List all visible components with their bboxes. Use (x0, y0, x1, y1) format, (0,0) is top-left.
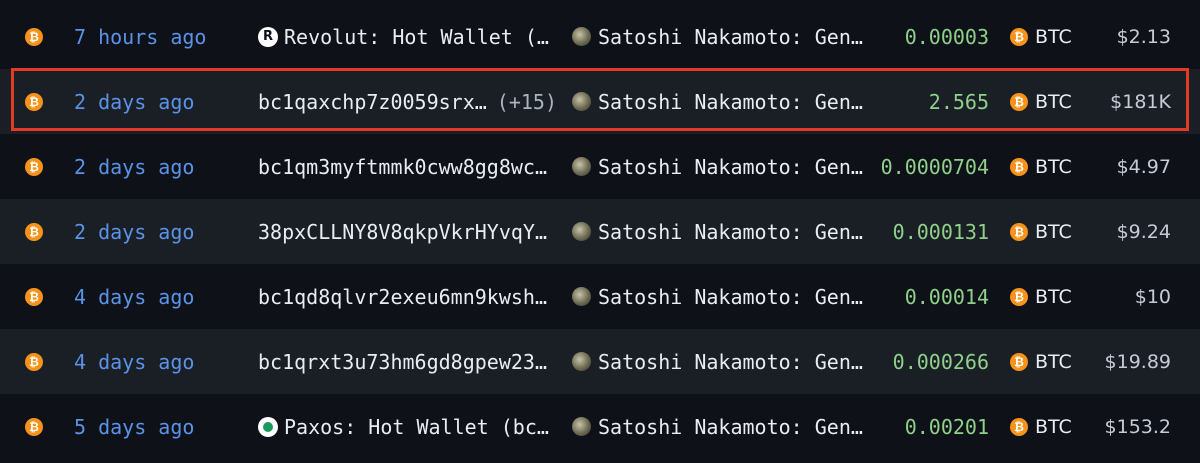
amount-value: 0.0000704 (880, 154, 989, 179)
asset-symbol: BTC (1035, 285, 1072, 308)
from-label: Revolut: Hot Wallet (… (284, 24, 549, 49)
asset-token[interactable]: ₿ BTC (1010, 221, 1072, 243)
to-entity[interactable]: Satoshi Nakamoto: Gen… (572, 155, 863, 179)
bitcoin-icon: ₿ (1010, 157, 1028, 176)
asset-symbol: BTC (1035, 155, 1072, 178)
amount-value: 0.00201 (904, 414, 989, 439)
paxos-icon (258, 416, 278, 437)
from-label: bc1qaxchp7z0059srx… (258, 89, 487, 114)
to-label: Satoshi Nakamoto: Gen… (598, 154, 863, 179)
table-row-highlighted[interactable]: ₿ 2 days ago bc1qaxchp7z0059srx… (+15) S… (0, 69, 1200, 134)
table-row[interactable]: ₿ 4 days ago bc1qrxt3u73hm6gd8gpew23… Sa… (0, 329, 1200, 394)
to-entity[interactable]: Satoshi Nakamoto: Gen… (572, 285, 863, 309)
transfers-table: ₿ 7 hours ago R Revolut: Hot Wallet (… S… (0, 0, 1200, 463)
satoshi-avatar-icon (572, 417, 591, 436)
amount-value: 0.00014 (904, 284, 989, 309)
satoshi-avatar-icon (572, 287, 591, 306)
timestamp-link[interactable]: 2 days ago (74, 90, 194, 114)
satoshi-avatar-icon (572, 352, 591, 371)
to-label: Satoshi Nakamoto: Gen… (598, 414, 863, 439)
timestamp-link[interactable]: 2 days ago (74, 220, 194, 244)
to-label: Satoshi Nakamoto: Gen… (598, 284, 863, 309)
from-label: bc1qd8qlvr2exeu6mn9kwsh… (258, 284, 547, 309)
bitcoin-icon: ₿ (1010, 222, 1028, 241)
table-row[interactable]: ₿ 2 days ago bc1qm3myftmmk0cww8gg8wc… Sa… (0, 134, 1200, 199)
timestamp-link[interactable]: 7 hours ago (74, 25, 206, 49)
satoshi-avatar-icon (572, 222, 591, 241)
asset-token[interactable]: ₿ BTC (1010, 351, 1072, 373)
from-address[interactable]: bc1qd8qlvr2exeu6mn9kwsh… (258, 285, 547, 309)
usd-value: $9.24 (1116, 220, 1171, 243)
asset-symbol: BTC (1035, 415, 1072, 438)
bitcoin-icon: ₿ (25, 417, 43, 436)
asset-symbol: BTC (1035, 350, 1072, 373)
additional-senders-count[interactable]: (+15) (497, 90, 557, 114)
satoshi-avatar-icon (572, 27, 591, 46)
from-entity[interactable]: R Revolut: Hot Wallet (… (258, 25, 549, 49)
satoshi-avatar-icon (572, 92, 591, 111)
to-entity[interactable]: Satoshi Nakamoto: Gen… (572, 220, 863, 244)
from-label: bc1qm3myftmmk0cww8gg8wc… (258, 154, 547, 179)
bitcoin-icon: ₿ (1010, 417, 1028, 436)
from-address[interactable]: 38pxCLLNY8V8qkpVkrHYvqY… (258, 220, 547, 244)
bitcoin-icon: ₿ (25, 157, 43, 176)
from-label: 38pxCLLNY8V8qkpVkrHYvqY… (258, 219, 547, 244)
from-label: Paxos: Hot Wallet (bc… (284, 414, 549, 439)
timestamp-link[interactable]: 2 days ago (74, 155, 194, 179)
timestamp-link[interactable]: 5 days ago (74, 415, 194, 439)
asset-token[interactable]: ₿ BTC (1010, 91, 1072, 113)
amount-value: 2.565 (928, 89, 989, 114)
to-label: Satoshi Nakamoto: Gen… (598, 349, 863, 374)
table-row[interactable]: ₿ 5 days ago Paxos: Hot Wallet (bc… Sato… (0, 394, 1200, 459)
asset-token[interactable]: ₿ BTC (1010, 286, 1072, 308)
timestamp-link[interactable]: 4 days ago (74, 350, 194, 374)
asset-token[interactable]: ₿ BTC (1010, 416, 1072, 438)
bitcoin-icon: ₿ (25, 222, 43, 241)
from-address[interactable]: bc1qm3myftmmk0cww8gg8wc… (258, 155, 547, 179)
usd-value: $10 (1134, 285, 1171, 308)
from-address[interactable]: bc1qaxchp7z0059srx… (+15) (258, 90, 557, 114)
asset-symbol: BTC (1035, 220, 1072, 243)
asset-token[interactable]: ₿ BTC (1010, 156, 1072, 178)
table-row[interactable]: ₿ 4 days ago bc1qd8qlvr2exeu6mn9kwsh… Sa… (0, 264, 1200, 329)
from-label: bc1qrxt3u73hm6gd8gpew23… (258, 349, 547, 374)
to-entity[interactable]: Satoshi Nakamoto: Gen… (572, 415, 863, 439)
to-entity[interactable]: Satoshi Nakamoto: Gen… (572, 25, 863, 49)
table-row[interactable]: ₿ 2 days ago 38pxCLLNY8V8qkpVkrHYvqY… Sa… (0, 199, 1200, 264)
to-label: Satoshi Nakamoto: Gen… (598, 89, 863, 114)
asset-symbol: BTC (1035, 90, 1072, 113)
bitcoin-icon: ₿ (25, 352, 43, 371)
timestamp-link[interactable]: 4 days ago (74, 285, 194, 309)
revolut-icon: R (258, 26, 278, 47)
amount-value: 0.00003 (904, 24, 989, 49)
bitcoin-icon: ₿ (1010, 287, 1028, 306)
bitcoin-icon: ₿ (25, 92, 43, 111)
to-label: Satoshi Nakamoto: Gen… (598, 219, 863, 244)
to-label: Satoshi Nakamoto: Gen… (598, 24, 863, 49)
bitcoin-icon: ₿ (1010, 92, 1028, 111)
satoshi-avatar-icon (572, 157, 591, 176)
bitcoin-icon: ₿ (1010, 27, 1028, 46)
table-row[interactable]: ₿ 7 hours ago R Revolut: Hot Wallet (… S… (0, 4, 1200, 69)
to-entity[interactable]: Satoshi Nakamoto: Gen… (572, 350, 863, 374)
asset-symbol: BTC (1035, 25, 1072, 48)
bitcoin-icon: ₿ (1010, 352, 1028, 371)
usd-value: $153.2 (1104, 415, 1171, 438)
from-address[interactable]: bc1qrxt3u73hm6gd8gpew23… (258, 350, 547, 374)
usd-value: $181K (1110, 90, 1171, 113)
amount-value: 0.000266 (892, 349, 989, 374)
asset-token[interactable]: ₿ BTC (1010, 26, 1072, 48)
bitcoin-icon: ₿ (25, 27, 43, 46)
to-entity[interactable]: Satoshi Nakamoto: Gen… (572, 90, 863, 114)
bitcoin-icon: ₿ (25, 287, 43, 306)
amount-value: 0.000131 (892, 219, 989, 244)
usd-value: $19.89 (1104, 350, 1171, 373)
usd-value: $2.13 (1116, 25, 1171, 48)
from-entity[interactable]: Paxos: Hot Wallet (bc… (258, 415, 549, 439)
usd-value: $4.97 (1116, 155, 1171, 178)
